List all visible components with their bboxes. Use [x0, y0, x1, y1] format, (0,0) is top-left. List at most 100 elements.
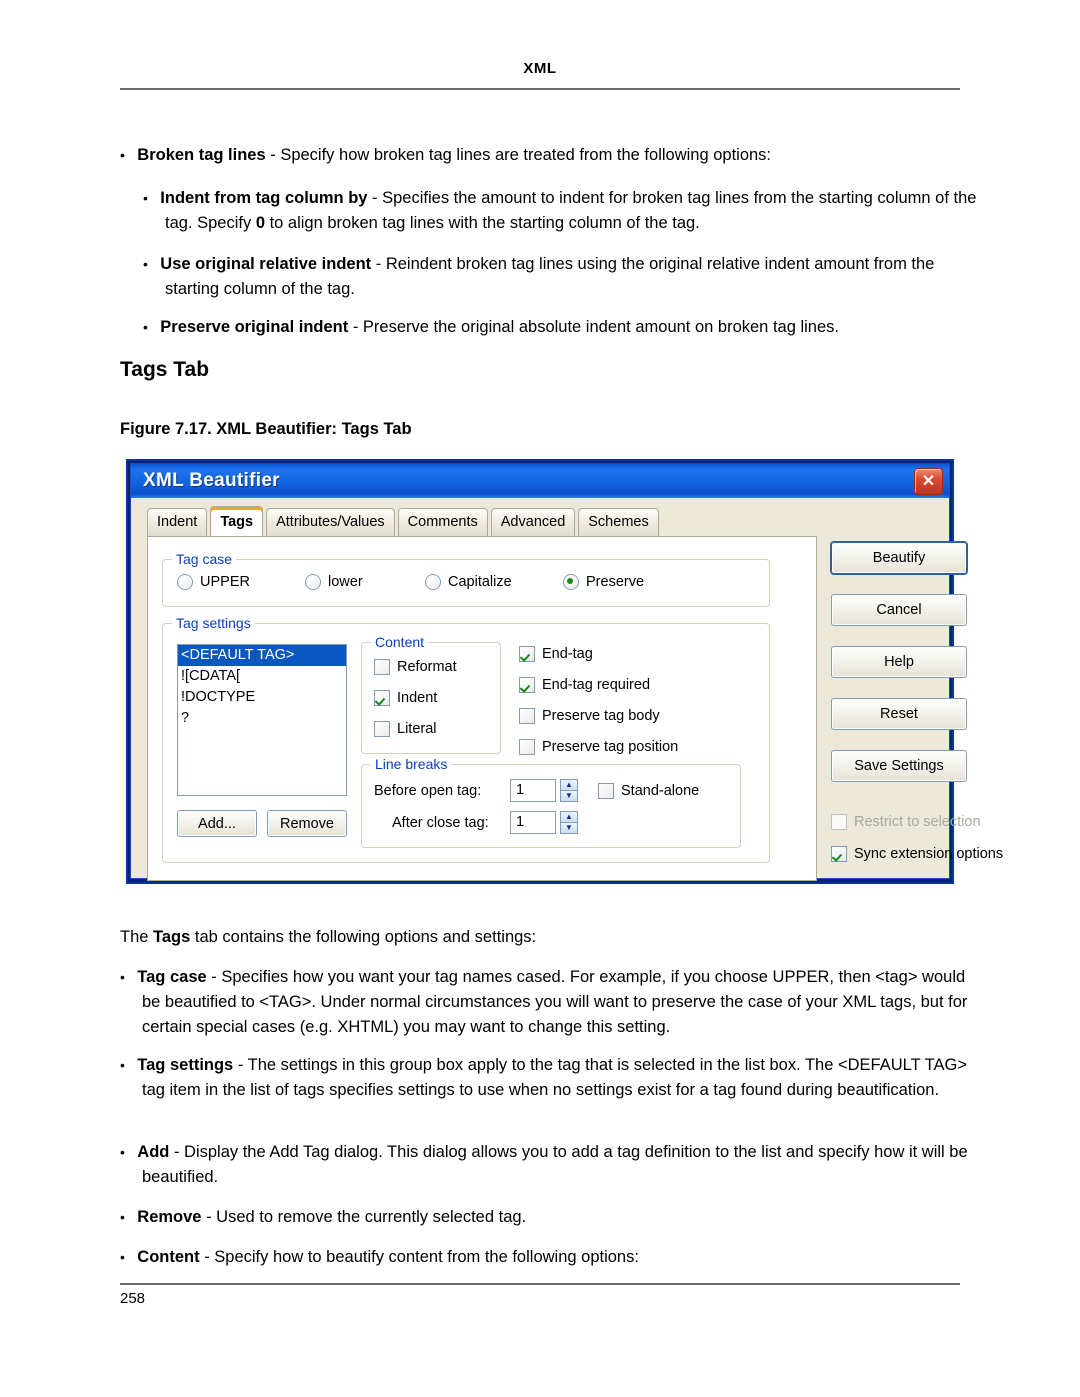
group-content: Content Reformat Indent Literal	[361, 634, 501, 754]
bullet-text: - Display the Add Tag dialog. This dialo…	[142, 1143, 968, 1186]
beautify-button[interactable]: Beautify	[831, 542, 967, 574]
group-label-tag-settings: Tag settings	[172, 615, 255, 631]
spinner-up-icon[interactable]: ▲	[560, 779, 578, 790]
spinner-before-open-tag[interactable]: 1 ▲ ▼	[510, 779, 578, 802]
intro-before: The	[120, 928, 154, 946]
spinner-up-icon[interactable]: ▲	[560, 811, 578, 822]
checkbox-label: Literal	[397, 721, 437, 737]
tab-page-tags: Tag case UPPER lower Capitalize Preserve…	[147, 536, 817, 881]
checkbox-sync-extension-options[interactable]: Sync extension options	[831, 846, 1003, 862]
radio-lower[interactable]: lower	[305, 574, 363, 590]
reset-button[interactable]: Reset	[831, 698, 967, 730]
radio-upper[interactable]: UPPER	[177, 574, 250, 590]
intro-after: tab contains the following options and s…	[190, 928, 537, 946]
bullet-text-cont: to align broken tag lines with the start…	[265, 214, 700, 232]
checkbox-box-icon	[831, 814, 847, 830]
checkbox-label: End-tag	[542, 646, 593, 662]
after-close-tag-value[interactable]: 1	[510, 811, 556, 834]
bullet-add: Add - Display the Add Tag dialog. This d…	[120, 1140, 982, 1190]
checkbox-label: Reformat	[397, 659, 457, 675]
bullet-term: Tag case	[137, 968, 207, 986]
list-item[interactable]: ![CDATA[	[178, 666, 346, 687]
spinner-down-icon[interactable]: ▼	[560, 790, 578, 802]
radio-label: UPPER	[200, 574, 250, 590]
document-page: XML Broken tag lines - Specify how broke…	[0, 0, 1080, 1397]
bullet-term: Preserve original indent	[160, 318, 349, 336]
tab-attributes-values[interactable]: Attributes/Values	[266, 508, 395, 536]
checkbox-box-icon	[831, 846, 847, 862]
radio-preserve[interactable]: Preserve	[563, 574, 644, 590]
dialog-title-bar: XML Beautifier ✕	[131, 464, 949, 498]
checkbox-preserve-tag-body[interactable]: Preserve tag body	[519, 708, 660, 724]
tab-tags[interactable]: Tags	[210, 506, 264, 536]
tab-schemes[interactable]: Schemes	[578, 508, 659, 536]
radio-capitalize[interactable]: Capitalize	[425, 574, 512, 590]
cancel-button[interactable]: Cancel	[831, 594, 967, 626]
dialog-body: Indent Tags Attributes/Values Comments A…	[131, 498, 1003, 881]
spinner-arrows[interactable]: ▲ ▼	[560, 811, 578, 834]
bullet-use-original-relative-indent: Use original relative indent - Reindent …	[143, 252, 983, 302]
checkbox-box-icon	[519, 739, 535, 755]
checkbox-label: End-tag required	[542, 677, 651, 693]
list-item[interactable]: ?	[178, 708, 346, 729]
checkbox-label: Indent	[397, 690, 438, 706]
remove-button[interactable]: Remove	[267, 810, 347, 837]
tab-strip: Indent Tags Attributes/Values Comments A…	[147, 506, 707, 537]
bullet-indent-from-tag-column-by: Indent from tag column by - Specifies th…	[143, 186, 983, 236]
checkbox-label: Restrict to selection	[854, 814, 981, 830]
radio-dot-icon	[425, 574, 441, 590]
label-before-open-tag: Before open tag:	[374, 783, 482, 799]
checkbox-label: Preserve tag position	[542, 739, 679, 755]
bullet-text: - Specifies how you want your tag names …	[142, 968, 968, 1036]
header-rule	[120, 88, 960, 90]
bullet-tag-case: Tag case - Specifies how you want your t…	[120, 965, 982, 1040]
checkbox-box-icon	[598, 783, 614, 799]
page-number: 258	[120, 1290, 146, 1307]
checkbox-end-tag[interactable]: End-tag	[519, 646, 593, 662]
spinner-after-close-tag[interactable]: 1 ▲ ▼	[510, 811, 578, 834]
checkbox-literal[interactable]: Literal	[374, 721, 437, 737]
list-item[interactable]: <DEFAULT TAG>	[178, 645, 346, 666]
tab-comments[interactable]: Comments	[397, 508, 488, 536]
bullet-term: Broken tag lines	[137, 146, 266, 164]
dialog-title: XML Beautifier	[143, 470, 280, 491]
figure-caption: Figure 7.17. XML Beautifier: Tags Tab	[120, 420, 412, 438]
checkbox-box-icon	[519, 646, 535, 662]
bullet-emphasis: 0	[255, 214, 265, 232]
group-label-content: Content	[371, 634, 429, 650]
bullet-term: Use original relative indent	[160, 255, 372, 273]
bullet-broken-tag-lines: Broken tag lines - Specify how broken ta…	[120, 143, 982, 168]
footer-rule	[120, 1283, 960, 1285]
checkbox-preserve-tag-position[interactable]: Preserve tag position	[519, 739, 678, 755]
bullet-term: Add	[137, 1143, 170, 1161]
tag-list[interactable]: <DEFAULT TAG> ![CDATA[ !DOCTYPE ?	[177, 644, 347, 796]
bullet-tag-settings: Tag settings - The settings in this grou…	[120, 1053, 982, 1103]
spinner-down-icon[interactable]: ▼	[560, 822, 578, 834]
group-line-breaks: Line breaks Before open tag: 1 ▲ ▼ After …	[361, 756, 741, 848]
intro-bold: Tags	[153, 928, 191, 946]
add-button[interactable]: Add...	[177, 810, 257, 837]
checkbox-indent[interactable]: Indent	[374, 690, 437, 706]
bullet-text: - Specify how broken tag lines are treat…	[265, 146, 772, 164]
checkbox-restrict-to-selection: Restrict to selection	[831, 814, 981, 830]
group-label-line-breaks: Line breaks	[371, 756, 452, 772]
save-settings-button[interactable]: Save Settings	[831, 750, 967, 782]
checkbox-box-icon	[374, 690, 390, 706]
list-item[interactable]: !DOCTYPE	[178, 687, 346, 708]
tab-advanced[interactable]: Advanced	[490, 508, 576, 536]
checkbox-box-icon	[374, 721, 390, 737]
bullet-term: Tag settings	[137, 1056, 234, 1074]
checkbox-stand-alone[interactable]: Stand-alone	[598, 783, 699, 799]
before-open-tag-value[interactable]: 1	[510, 779, 556, 802]
help-button[interactable]: Help	[831, 646, 967, 678]
checkbox-end-tag-required[interactable]: End-tag required	[519, 677, 650, 693]
spinner-arrows[interactable]: ▲ ▼	[560, 779, 578, 802]
checkbox-reformat[interactable]: Reformat	[374, 659, 457, 675]
bullet-term: Remove	[137, 1208, 202, 1226]
tab-indent[interactable]: Indent	[147, 508, 208, 536]
bullet-content: Content - Specify how to beautify conten…	[120, 1245, 982, 1270]
label-after-close-tag: After close tag:	[392, 815, 489, 831]
radio-label: Preserve	[586, 574, 645, 590]
close-icon[interactable]: ✕	[914, 468, 943, 495]
checkbox-box-icon	[374, 659, 390, 675]
